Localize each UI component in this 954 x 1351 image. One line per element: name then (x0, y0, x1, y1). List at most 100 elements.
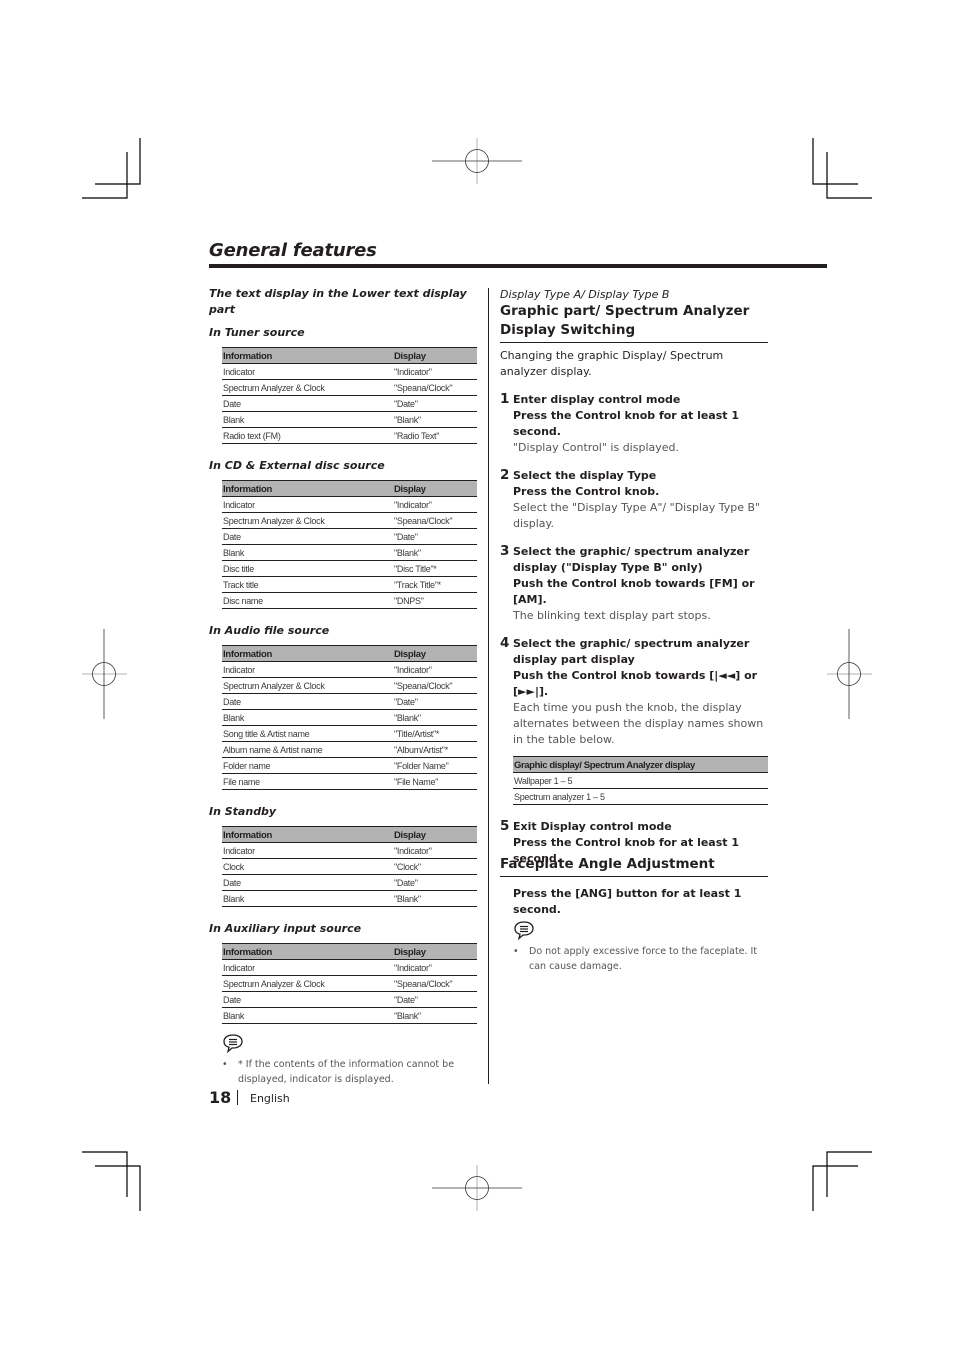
table-row: Blank "Blank" (222, 709, 477, 726)
source-table: Information Display Indicator "Indicator" Sp… (222, 943, 477, 1024)
cell-information: Album name & Artist name (222, 741, 393, 758)
cell-display: "Blank" (393, 709, 477, 726)
table-row: Date "Date" (222, 528, 477, 545)
table-row: Spectrum Analyzer & Clock "Speana/Clock" (222, 677, 477, 694)
step-description: The blinking text display part stops. (513, 609, 711, 622)
table-row: Date "Date" (222, 874, 477, 891)
table-header-row: Information Display (222, 943, 477, 960)
column-header-information: Information (222, 347, 393, 364)
cell-information: Spectrum Analyzer & Clock (222, 379, 393, 396)
step-3: 3 Select the graphic/ spectrum analyzer d… (500, 543, 768, 624)
registration-mark-bottom (432, 1165, 522, 1211)
cell-information: Track title (222, 576, 393, 593)
cell-display: "Blank" (393, 1007, 477, 1024)
table-row: Spectrum Analyzer & Clock "Speana/Clock" (222, 975, 477, 992)
cell-display: "Indicator" (393, 959, 477, 976)
source-table: Information Display Indicator "Indicator" Sp… (222, 347, 477, 444)
table-header-row: Information Display (222, 645, 477, 662)
cell-information: Indicator (222, 363, 393, 380)
cell-display: "Date" (393, 693, 477, 710)
step-number: 4 (500, 635, 510, 651)
source-title: In Tuner source (209, 326, 305, 339)
cell-information: Indicator (222, 496, 393, 513)
step-number: 2 (500, 467, 510, 483)
faceplate-note: • Do not apply excessive force to the fac… (513, 944, 768, 974)
cell-display: "Track Title"* (393, 576, 477, 593)
cell-information: Folder name (222, 757, 393, 774)
table-row: Date "Date" (222, 693, 477, 710)
bullet: • (513, 946, 519, 957)
table-row: Clock "Clock" (222, 858, 477, 875)
note-speech-bubble-icon (223, 1034, 243, 1054)
step-description: Select the "Display Type A"/ "Display Ty… (513, 501, 761, 530)
title-rule (209, 264, 827, 268)
step-action: Push the Control knob towards [|◄◄] or [… (513, 669, 758, 698)
left-column: The text display in the Lower text displ… (209, 286, 479, 1087)
column-header-information: Information (222, 943, 393, 960)
section-kicker: Display Type A/ Display Type B (500, 288, 670, 301)
table-row: Album name & Artist name "Album/Artist"* (222, 741, 477, 758)
cell-information: Spectrum Analyzer & Clock (222, 975, 393, 992)
table-header-row: Information Display (222, 480, 477, 497)
cell-information: File name (222, 773, 393, 790)
table-header-row: Graphic display/ Spectrum Analyzer displ… (513, 756, 768, 773)
table-row: Blank "Blank" (222, 890, 477, 907)
cell-display: "Indicator" (393, 842, 477, 859)
source-title: In CD & External disc source (209, 459, 385, 472)
cell-information: Date (222, 874, 393, 891)
registration-mark-top (432, 138, 522, 184)
table-row: Track title "Track Title"* (222, 576, 477, 593)
step-heading: Select the display Type (513, 469, 657, 482)
cell-display: "Indicator" (393, 661, 477, 678)
cell-display: "Blank" (393, 544, 477, 561)
section-lead: Changing the graphic Display/ Spectrum a… (500, 349, 724, 378)
source-title: In Auxiliary input source (209, 922, 362, 935)
table-row: Indicator "Indicator" (222, 496, 477, 513)
cell-graphic-display: Spectrum analyzer 1 – 5 (513, 788, 768, 805)
cell-display: "Clock" (393, 858, 477, 875)
table-row: Date "Date" (222, 991, 477, 1008)
cell-information: Blank (222, 709, 393, 726)
cell-information: Blank (222, 411, 393, 428)
table-row: Blank "Blank" (222, 1007, 477, 1024)
cell-display: "Speana/Clock" (393, 677, 477, 694)
table-row: Radio text (FM) "Radio Text" (222, 427, 477, 444)
cell-information: Disc name (222, 592, 393, 609)
cell-display: "Date" (393, 528, 477, 545)
cell-information: Blank (222, 1007, 393, 1024)
source-title: In Standby (209, 805, 277, 818)
step-heading: Exit Display control mode (513, 820, 672, 833)
cell-display: "Indicator" (393, 496, 477, 513)
source-table: Information Display Indicator "Indicator" Cl… (222, 826, 477, 907)
column-header-display: Display (393, 826, 477, 843)
step-number: 5 (500, 818, 510, 834)
step-number: 1 (500, 391, 510, 407)
footer-separator (237, 1090, 238, 1105)
crop-mark-bottom-left (82, 1151, 141, 1211)
footnote: • * If the contents of the information ca… (222, 1057, 479, 1087)
table-row: Blank "Blank" (222, 544, 477, 561)
table-row: Spectrum Analyzer & Clock "Speana/Clock" (222, 379, 477, 396)
registration-mark-right (827, 629, 872, 719)
cell-information: Blank (222, 890, 393, 907)
cell-display: "DNPS" (393, 592, 477, 609)
procedure-steps: 1 Enter display control mode Press the Con… (500, 391, 768, 867)
table-row: Wallpaper 1 – 5 (513, 772, 768, 789)
cell-display: "Date" (393, 395, 477, 412)
right-column: Display Type A/ Display Type B Graphic p… (500, 287, 768, 867)
table-row: Disc title "Disc Title"* (222, 560, 477, 577)
table-row: Disc name "DNPS" (222, 592, 477, 609)
crop-mark-top-right (812, 138, 872, 199)
step-action: Press the Control knob for at least 1 se… (513, 409, 740, 438)
step-description: Each time you push the knob, the display… (513, 701, 764, 746)
cell-display: "Date" (393, 991, 477, 1008)
source-table: Information Display Indicator "Indicator" Sp… (222, 645, 477, 790)
cell-graphic-display: Wallpaper 1 – 5 (513, 772, 768, 789)
table-row: Spectrum Analyzer & Clock "Speana/Clock" (222, 512, 477, 529)
table-row: Folder name "Folder Name" (222, 757, 477, 774)
cell-display: "Blank" (393, 411, 477, 428)
table-row: Spectrum analyzer 1 – 5 (513, 788, 768, 805)
cell-information: Date (222, 395, 393, 412)
page-number: 18 (209, 1088, 232, 1107)
table-row: Indicator "Indicator" (222, 959, 477, 976)
